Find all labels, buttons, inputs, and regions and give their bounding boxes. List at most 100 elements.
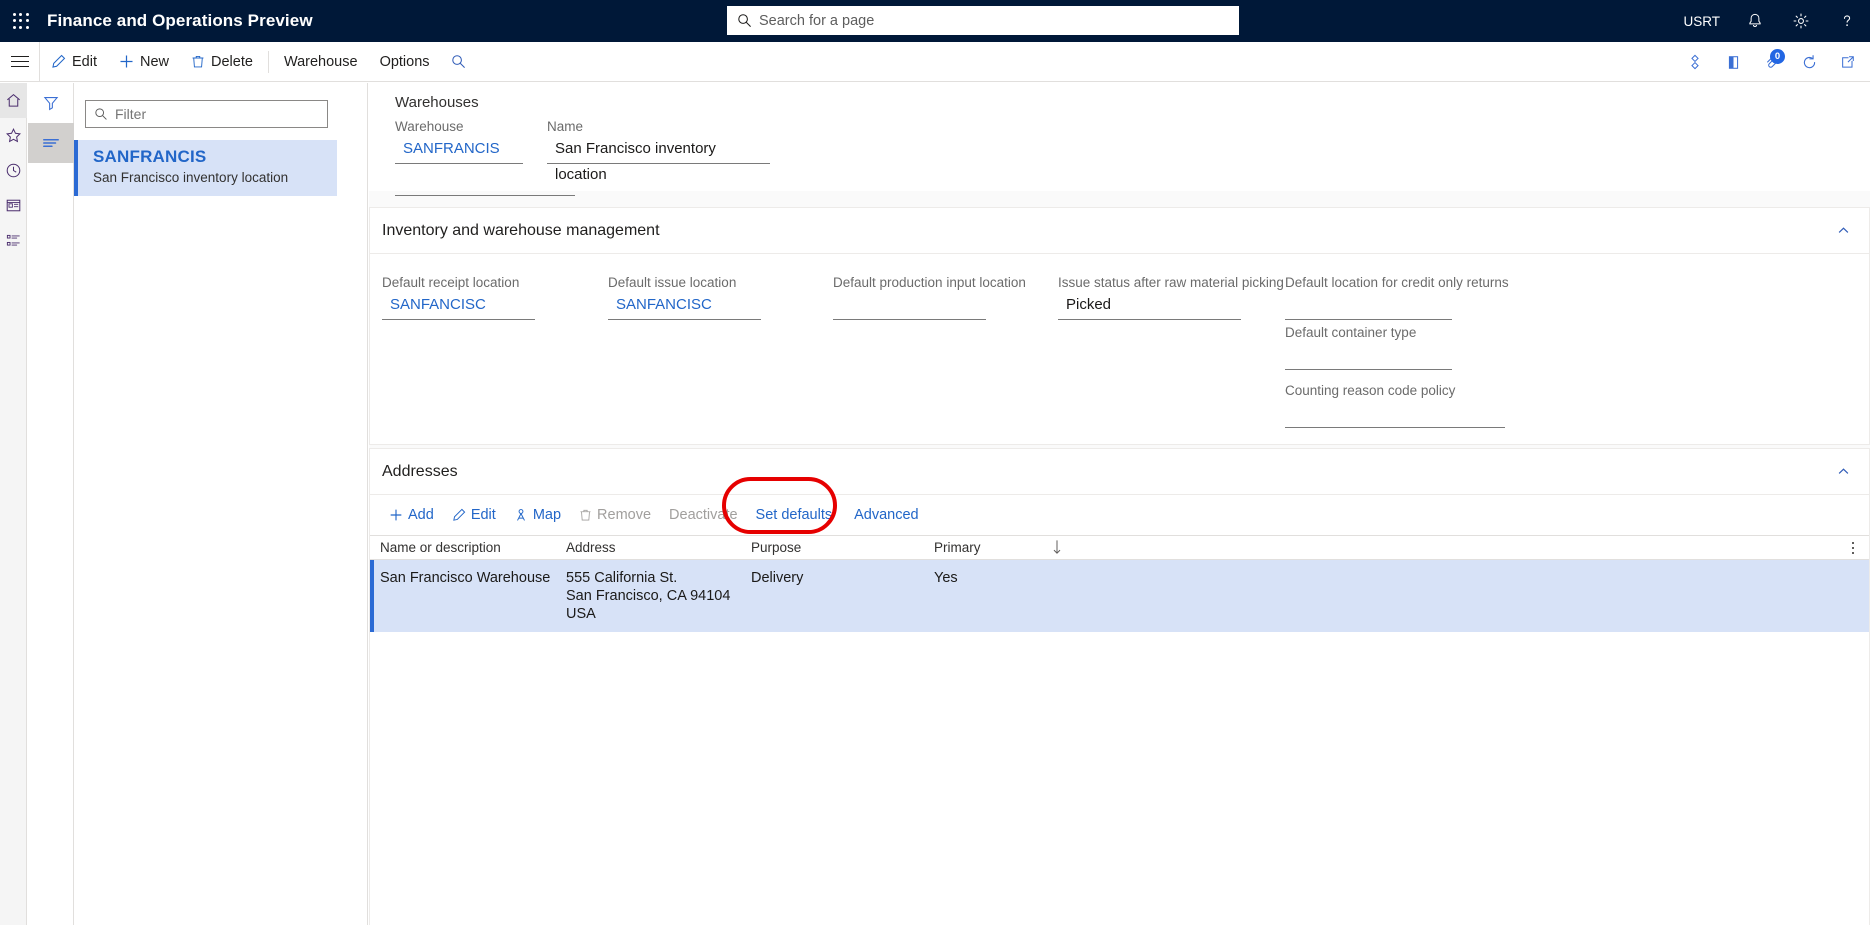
counting-reason-code-policy-label: Counting reason code policy	[1285, 383, 1456, 398]
list-item-subtitle: San Francisco inventory location	[93, 170, 289, 185]
chevron-up-icon[interactable]	[1830, 218, 1856, 244]
warehouse-field-value[interactable]: SANFRANCIS	[395, 136, 523, 164]
addresses-section-title: Addresses	[382, 462, 458, 480]
search-icon	[94, 107, 108, 121]
default-receipt-location-field: Default receipt location SANFANCISC	[382, 274, 535, 320]
address-add-button[interactable]: Add	[380, 500, 443, 530]
cell-name-or-description: San Francisco Warehouse	[380, 570, 551, 586]
vertical-ellipsis-icon[interactable]	[1845, 538, 1861, 558]
search-icon	[737, 13, 752, 28]
counting-reason-code-policy-field: Counting reason code policy	[1285, 382, 1505, 428]
global-search-box[interactable]	[727, 6, 1239, 35]
attachments-badge: 0	[1770, 49, 1785, 64]
company-usrt[interactable]: USRT	[1671, 0, 1732, 42]
address-map-label: Map	[532, 507, 562, 523]
default-issue-location-value[interactable]: SANFANCISC	[608, 292, 761, 320]
warehouse-field: Warehouse SANFRANCIS	[395, 118, 523, 164]
col-name-or-description[interactable]: Name or description	[380, 540, 501, 555]
home-icon[interactable]	[0, 83, 27, 118]
new-label: New	[140, 53, 170, 70]
command-separator	[267, 50, 269, 73]
app-launcher-icon[interactable]	[0, 0, 42, 42]
default-issue-location-label: Default issue location	[608, 275, 737, 290]
cell-address-line3: USA	[566, 606, 596, 622]
issue-status-value[interactable]: Picked	[1058, 292, 1241, 320]
address-advanced-button[interactable]: Advanced	[845, 500, 928, 530]
addresses-section-header[interactable]: Addresses	[370, 449, 1869, 495]
pencil-icon	[51, 54, 66, 69]
filter-input[interactable]	[115, 102, 319, 126]
warehouse-menu[interactable]: Warehouse	[273, 42, 369, 82]
address-add-label: Add	[408, 507, 434, 523]
default-production-input-location-value[interactable]	[833, 292, 986, 320]
address-edit-label: Edit	[470, 507, 496, 523]
address-set-defaults-button[interactable]: Set defaults	[747, 500, 842, 530]
filter-box[interactable]	[85, 100, 328, 128]
default-container-type-label: Default container type	[1285, 325, 1417, 340]
default-container-type-value[interactable]	[1285, 342, 1452, 370]
default-receipt-location-label: Default receipt location	[382, 275, 520, 290]
inventory-section-header[interactable]: Inventory and warehouse management	[370, 208, 1869, 254]
modules-list-icon[interactable]	[0, 223, 27, 258]
name-field-label: Name	[547, 119, 584, 134]
address-deactivate-button[interactable]: Deactivate	[660, 500, 747, 530]
col-purpose[interactable]: Purpose	[751, 540, 801, 555]
issue-status-label: Issue status after raw material picking	[1058, 275, 1284, 290]
name-field: Name San Francisco inventory location	[547, 118, 770, 183]
col-primary[interactable]: Primary	[934, 540, 981, 555]
address-map-button[interactable]: Map	[505, 500, 570, 530]
options-menu[interactable]: Options	[369, 42, 441, 82]
table-row[interactable]: San Francisco Warehouse 555 California S…	[370, 560, 1869, 632]
filter-funnel-icon[interactable]	[28, 83, 74, 123]
default-location-credit-only-returns-field: Default location for credit only returns	[1285, 274, 1509, 320]
plus-icon	[389, 508, 403, 522]
list-item[interactable]: SANFRANCIS San Francisco inventory locat…	[74, 140, 337, 196]
left-navigation-rail	[0, 83, 27, 925]
edit-label: Edit	[72, 53, 97, 70]
default-location-credit-only-returns-value[interactable]	[1285, 292, 1452, 320]
trash-icon	[191, 54, 205, 69]
notifications-icon[interactable]	[1732, 0, 1778, 42]
delete-button[interactable]: Delete	[180, 42, 264, 82]
address-edit-button[interactable]: Edit	[443, 500, 505, 530]
list-pane-tools	[28, 83, 74, 925]
address-remove-button[interactable]: Remove	[570, 500, 660, 530]
list-view-icon[interactable]	[28, 123, 74, 163]
default-production-input-location-field: Default production input location	[833, 274, 1026, 320]
hamburger-menu-icon[interactable]	[0, 41, 40, 82]
counting-reason-code-policy-value[interactable]	[1285, 400, 1505, 428]
personalize-icon[interactable]	[1676, 42, 1714, 82]
new-button[interactable]: New	[108, 42, 180, 82]
attachments-icon[interactable]: 0	[1752, 42, 1790, 82]
addresses-grid-body: San Francisco Warehouse 555 California S…	[370, 560, 1869, 925]
plus-icon	[119, 54, 134, 69]
command-search-icon[interactable]	[441, 42, 476, 82]
top-navigation-bar: Finance and Operations Preview USRT	[0, 0, 1870, 42]
favorites-star-icon[interactable]	[0, 118, 27, 153]
global-search-input[interactable]	[759, 7, 1229, 34]
cell-address-line1: 555 California St.	[566, 570, 678, 586]
address-remove-label: Remove	[597, 507, 652, 523]
settings-icon[interactable]	[1778, 0, 1824, 42]
delete-label: Delete	[211, 53, 253, 70]
name-field-value[interactable]: San Francisco inventory location	[547, 136, 770, 183]
map-pin-icon	[514, 508, 528, 522]
command-bar: Edit New Delete Warehouse Options 0	[0, 41, 1870, 82]
cell-purpose: Delivery	[751, 570, 804, 586]
share-icon[interactable]	[1714, 42, 1752, 82]
top-bar-right-actions: USRT	[1671, 0, 1870, 42]
default-location-credit-only-returns-label: Default location for credit only returns	[1285, 275, 1509, 290]
col-address[interactable]: Address	[566, 540, 616, 555]
help-icon[interactable]	[1824, 0, 1870, 42]
recent-clock-icon[interactable]	[0, 153, 27, 188]
warehouse-field-label: Warehouse	[395, 119, 464, 134]
default-receipt-location-value[interactable]: SANFANCISC	[382, 292, 535, 320]
inventory-warehouse-management-section: Inventory and warehouse management Defau…	[369, 207, 1870, 445]
workspaces-icon[interactable]	[0, 188, 27, 223]
open-in-new-window-icon[interactable]	[1828, 42, 1866, 82]
edit-button[interactable]: Edit	[40, 42, 108, 82]
chevron-up-icon[interactable]	[1830, 459, 1856, 485]
refresh-icon[interactable]	[1790, 42, 1828, 82]
down-arrow-icon	[1052, 539, 1062, 559]
app-title: Finance and Operations Preview	[47, 11, 313, 30]
